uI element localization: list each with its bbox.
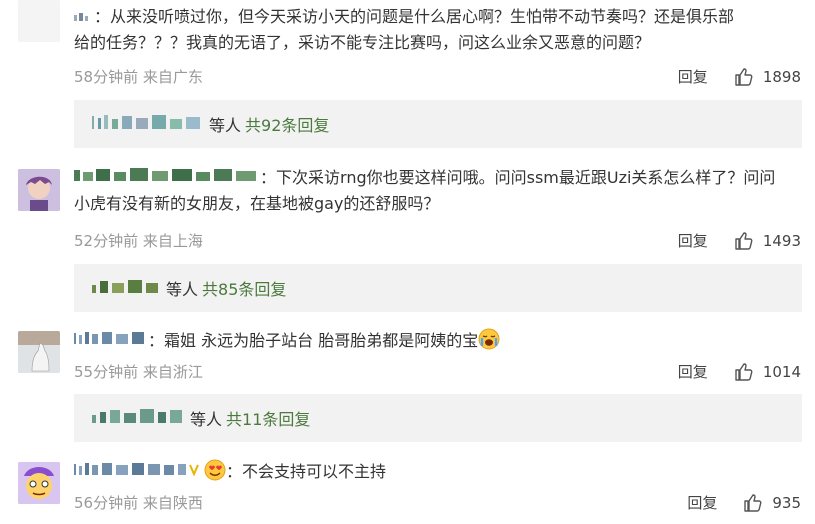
reply-others-label: 等人 xyxy=(209,116,242,135)
reply-thread-summary[interactable]: 等人 共92条回复 xyxy=(74,100,802,148)
avatar[interactable] xyxy=(18,0,60,42)
avatar-illustration xyxy=(18,462,60,504)
reply-button[interactable]: 回复 xyxy=(678,66,708,87)
like-count: 935 xyxy=(772,493,801,512)
heart-eyes-emoji xyxy=(204,459,226,481)
comment-text: ：从来没听喷过你，但今天采访小天的问题是什么居心啊？生怕带不动节奏吗？还是俱乐部… xyxy=(74,4,797,55)
reply-usernames-obscured[interactable] xyxy=(90,277,162,299)
like-button[interactable]: 1493 xyxy=(734,231,801,251)
avatar[interactable] xyxy=(18,331,60,373)
username-colon: ： xyxy=(148,331,165,350)
like-button[interactable]: 1014 xyxy=(734,362,801,382)
comment-line-1: 霜姐 永远为胎子站台 胎哥胎弟都是阿姨的宝 xyxy=(164,331,479,350)
comment-actions: 回复 1898 xyxy=(678,66,801,87)
thumbs-up-icon xyxy=(735,231,753,250)
comment-text: ：下次采访rng你也要这样问哦。问问ssm最近跟Uzi关系怎么样了？问问 小虎有… xyxy=(74,165,797,216)
reply-thread-summary[interactable]: 等人 共11条回复 xyxy=(74,394,802,442)
comment-actions: 回复 1014 xyxy=(678,361,801,382)
comment-line-1: 从来没听喷过你，但今天采访小天的问题是什么居心啊？生怕带不动节奏吗？还是俱乐部 xyxy=(110,7,735,26)
username-obscured[interactable] xyxy=(74,5,94,30)
obscured-username-graphic xyxy=(74,168,256,181)
reply-others-label: 等人 xyxy=(190,410,223,429)
obscured-username-graphic xyxy=(74,13,88,21)
reply-total-link[interactable]: 共92条回复 xyxy=(245,112,329,136)
comment-line-1: 下次采访rng你也要这样问哦。问问ssm最近跟Uzi关系怎么样了？问问 xyxy=(276,168,776,187)
reply-total-link[interactable]: 共85条回复 xyxy=(202,276,286,300)
comment-line-2: 小虎有没有新的女朋友，在基地被gay的还舒服吗？ xyxy=(74,194,440,213)
like-count: 1493 xyxy=(762,231,801,250)
reply-button[interactable]: 回复 xyxy=(678,230,708,251)
like-count: 1014 xyxy=(762,362,801,381)
like-button[interactable]: 1898 xyxy=(734,67,801,87)
obscured-usernames-graphic xyxy=(92,115,200,129)
username-colon: ： xyxy=(226,462,243,481)
username-colon: ： xyxy=(94,7,111,26)
comment-text: ：不会支持可以不主持 xyxy=(74,459,797,485)
avatar-illustration xyxy=(18,331,60,373)
time-source: 55分钟前 来自浙江 xyxy=(74,363,203,381)
comment-actions: 回复 1493 xyxy=(678,230,801,251)
time-source: 56分钟前 来自陕西 xyxy=(74,494,203,512)
reply-others-label: 等人 xyxy=(166,280,199,299)
obscured-username-graphic xyxy=(74,332,144,344)
reply-button[interactable]: 回复 xyxy=(678,361,708,382)
crying-face-emoji xyxy=(478,328,500,350)
like-button[interactable]: 935 xyxy=(743,493,801,513)
username-colon: ： xyxy=(260,168,277,187)
avatar[interactable] xyxy=(18,462,60,504)
avatar[interactable] xyxy=(18,169,60,211)
time-source: 52分钟前 来自上海 xyxy=(74,232,203,250)
comment-text: ：霜姐 永远为胎子站台 胎哥胎弟都是阿姨的宝 xyxy=(74,328,797,354)
reply-usernames-obscured[interactable] xyxy=(90,407,186,429)
thumbs-up-icon xyxy=(735,362,753,381)
reply-button[interactable]: 回复 xyxy=(687,492,717,513)
time-source: 58分钟前 来自广东 xyxy=(74,68,203,86)
comment-line-2: 给的任务？？？我真的无语了，采访不能专注比赛吗，问这么业余又恶意的问题？ xyxy=(74,33,651,52)
thumbs-up-icon xyxy=(735,67,753,86)
obscured-usernames-graphic xyxy=(92,280,158,293)
username-obscured[interactable] xyxy=(74,329,148,354)
reply-thread-summary[interactable]: 等人 共85条回复 xyxy=(74,264,802,312)
thumbs-up-icon xyxy=(744,493,762,512)
obscured-usernames-graphic xyxy=(92,409,182,423)
comment-actions: 回复 935 xyxy=(687,492,801,513)
avatar-illustration xyxy=(18,169,60,211)
username-obscured[interactable] xyxy=(74,460,204,485)
obscured-username-graphic xyxy=(74,463,199,477)
like-count: 1898 xyxy=(762,67,801,86)
comment-line-1: 不会支持可以不主持 xyxy=(242,462,387,481)
reply-usernames-obscured[interactable] xyxy=(90,113,205,135)
reply-total-link[interactable]: 共11条回复 xyxy=(226,406,310,430)
username-obscured[interactable] xyxy=(74,166,260,191)
